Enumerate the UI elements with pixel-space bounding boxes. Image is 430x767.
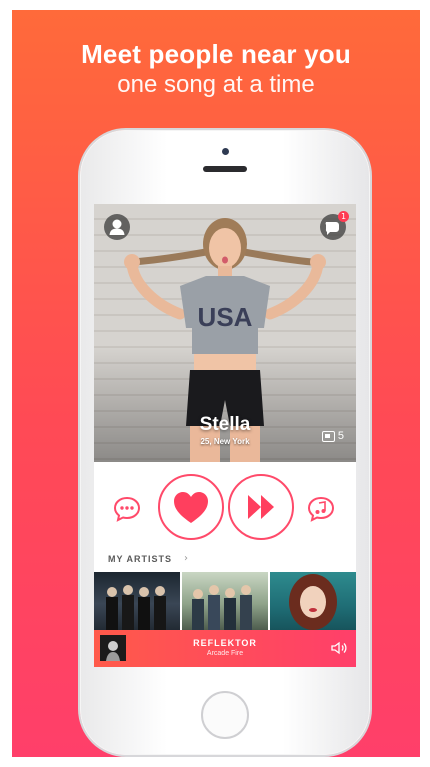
earpiece-speaker xyxy=(203,166,247,172)
chat-bubble-icon xyxy=(113,496,141,522)
artist-photo xyxy=(289,574,337,630)
headline-subtitle: one song at a time xyxy=(117,71,315,98)
artist-tiles xyxy=(94,572,356,630)
like-button[interactable] xyxy=(158,474,224,540)
profile-age-location: 25, New York xyxy=(200,437,250,446)
volume-button[interactable] xyxy=(330,640,348,656)
profile-button[interactable] xyxy=(104,214,130,240)
chevron-right-icon[interactable]: › xyxy=(184,553,188,564)
headline-title: Meet people near you xyxy=(81,39,351,69)
chat-button[interactable] xyxy=(112,494,142,524)
track-artist: Arcade Fire xyxy=(206,650,244,657)
photo-count-value: 5 xyxy=(337,430,344,442)
phone-frame: USA 1 Stella 25, New York 5 MY ARTISTS ›… xyxy=(80,130,370,755)
app-store-screenshot: Meet people near you one song at a time xyxy=(12,10,420,757)
action-bar xyxy=(94,466,356,546)
artist-tile[interactable] xyxy=(94,572,180,630)
home-button[interactable] xyxy=(201,691,249,739)
speaker-icon xyxy=(331,641,347,655)
fast-forward-icon xyxy=(248,495,274,519)
front-camera xyxy=(221,148,229,155)
headline: Meet people near you one song at a time xyxy=(12,38,420,100)
profile-photo[interactable]: USA 1 Stella 25, New York 5 xyxy=(94,204,356,462)
notification-badge: 1 xyxy=(338,211,349,222)
artist-tile[interactable] xyxy=(270,572,356,630)
shirt-text: USA xyxy=(198,302,253,332)
band-photo xyxy=(106,585,166,630)
band-photo xyxy=(192,585,252,630)
now-playing-bar[interactable]: REFLEKTOR Arcade Fire xyxy=(94,630,356,667)
profile-name: Stella xyxy=(199,414,251,435)
app-screen: USA 1 Stella 25, New York 5 MY ARTISTS ›… xyxy=(94,204,356,667)
music-note-icon xyxy=(307,496,335,522)
music-button[interactable] xyxy=(306,494,336,524)
my-artists-label[interactable]: MY ARTISTS xyxy=(108,554,172,564)
heart-icon xyxy=(174,492,208,523)
photo-count[interactable]: 5 xyxy=(321,430,344,442)
artist-tile[interactable] xyxy=(182,572,268,630)
user-icon xyxy=(109,219,125,235)
skip-song-button[interactable] xyxy=(228,474,294,540)
track-title: REFLEKTOR xyxy=(193,638,257,648)
gallery-icon xyxy=(321,430,335,442)
messages-button[interactable]: 1 xyxy=(320,211,349,240)
